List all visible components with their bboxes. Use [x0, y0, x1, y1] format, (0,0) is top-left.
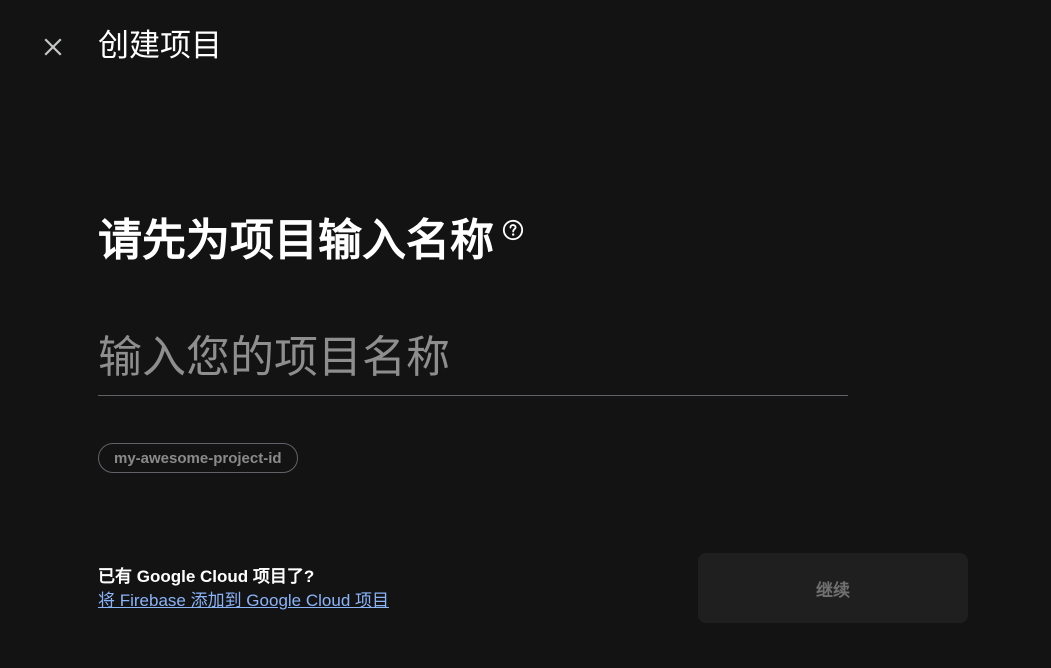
project-name-heading: 请先为项目输入名称 — [98, 213, 524, 269]
existing-project-section: 已有 Google Cloud 项目了? 将 Firebase 添加到 Goog… — [98, 565, 389, 613]
project-id-chip[interactable]: my-awesome-project-id — [98, 443, 298, 473]
heading-text: 请先为项目输入名称 — [98, 216, 494, 265]
continue-button[interactable]: 继续 — [698, 553, 968, 623]
help-circle-icon[interactable] — [502, 219, 524, 241]
close-icon — [44, 38, 62, 56]
project-name-input[interactable] — [98, 326, 848, 396]
add-firebase-to-gcp-link[interactable]: 将 Firebase 添加到 Google Cloud 项目 — [98, 589, 389, 613]
page-title: 创建项目 — [98, 28, 222, 63]
existing-project-question: 已有 Google Cloud 项目了? — [98, 567, 315, 586]
close-button[interactable] — [38, 32, 68, 62]
